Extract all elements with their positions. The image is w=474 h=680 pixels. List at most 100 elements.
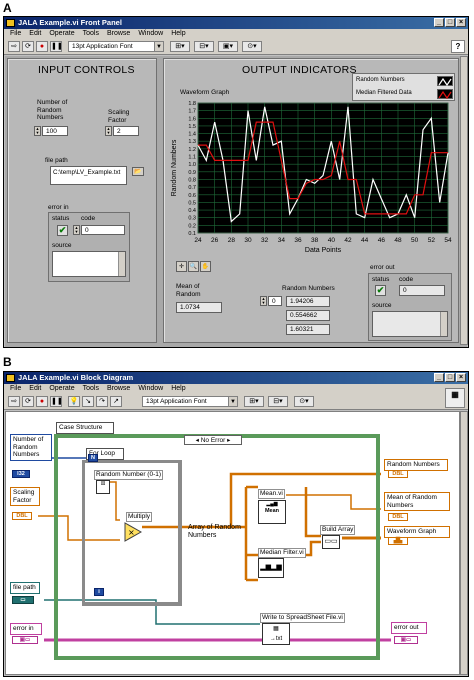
- source-scrollbar[interactable]: [440, 312, 447, 336]
- error-in-code-input[interactable]: 0: [81, 225, 125, 235]
- plot-area: [197, 102, 449, 234]
- output-indicators-section: OUTPUT INDICATORS Random Numbers Median …: [163, 58, 459, 343]
- scaling-factor-spinner[interactable]: ▲ ▼: [105, 126, 112, 136]
- legend-median-swatch[interactable]: [437, 89, 453, 100]
- pause-icon[interactable]: ❚❚: [50, 41, 63, 52]
- menu-file[interactable]: File: [10, 384, 21, 394]
- error-out-status-label: status: [372, 276, 390, 283]
- maximize-icon[interactable]: □: [445, 18, 455, 27]
- reorder-icon[interactable]: ⊙▾: [242, 41, 262, 52]
- loop-iteration-terminal[interactable]: i: [94, 588, 104, 596]
- menu-browse[interactable]: Browse: [107, 384, 130, 394]
- close-icon[interactable]: ×: [456, 18, 466, 27]
- align-icon[interactable]: ⊞▾: [244, 396, 264, 407]
- menu-help[interactable]: Help: [171, 29, 185, 39]
- distribute-icon[interactable]: ⊟▾: [194, 41, 214, 52]
- menu-operate[interactable]: Operate: [49, 384, 74, 394]
- abort-icon[interactable]: ●: [36, 396, 48, 407]
- menu-help[interactable]: Help: [171, 384, 185, 394]
- case-selector[interactable]: ◂ No Error ▸: [184, 435, 242, 445]
- front-panel-body: INPUT CONTROLS Number of Random Numbers …: [5, 56, 468, 347]
- align-icon[interactable]: ⊞▾: [170, 41, 190, 52]
- menu-file[interactable]: File: [10, 29, 21, 39]
- menu-tools[interactable]: Tools: [83, 29, 99, 39]
- num-random-input[interactable]: 100: [42, 126, 68, 136]
- menu-edit[interactable]: Edit: [29, 384, 41, 394]
- run-arrow-icon[interactable]: ⇨: [8, 396, 20, 407]
- help-icon[interactable]: ?: [451, 40, 465, 53]
- error-in-source-input[interactable]: [52, 251, 126, 277]
- y-tick-label: 1.7: [188, 109, 196, 115]
- pan-hand-icon[interactable]: ✋: [200, 261, 211, 272]
- checkmark-icon[interactable]: ✔: [57, 225, 68, 236]
- font-select-label: 13pt Application Font: [72, 43, 133, 50]
- menu-edit[interactable]: Edit: [29, 29, 41, 39]
- browse-folder-icon[interactable]: 📂: [132, 167, 144, 176]
- block-diagram-window: JALA Example.vi Block Diagram _ □ × File…: [3, 371, 469, 677]
- dice-icon[interactable]: ⚄: [96, 480, 110, 494]
- source-scrollbar[interactable]: [118, 252, 125, 276]
- menu-window[interactable]: Window: [138, 384, 163, 394]
- error-code-spinner[interactable]: ▲ ▼: [73, 225, 80, 235]
- close-icon[interactable]: ×: [456, 373, 466, 382]
- font-select[interactable]: 13pt Application Font ▼: [68, 41, 164, 52]
- pause-icon[interactable]: ❚❚: [50, 396, 63, 407]
- minimize-icon[interactable]: _: [434, 373, 444, 382]
- minimize-icon[interactable]: _: [434, 18, 444, 27]
- num-random-spinner[interactable]: ▲ ▼: [34, 126, 41, 136]
- x-tick-label: 52: [428, 237, 436, 244]
- path-terminal-icon[interactable]: ▭: [12, 596, 34, 604]
- block-diagram-canvas: Number of Random Numbers I32 Scaling Fac…: [5, 411, 460, 675]
- legend-random-swatch[interactable]: [437, 76, 453, 87]
- run-arrow-icon[interactable]: ⇨: [8, 41, 20, 52]
- reorder-icon[interactable]: ⊙▾: [294, 396, 314, 407]
- array-index-spinner[interactable]: ▲ ▼: [260, 296, 267, 306]
- menu-operate[interactable]: Operate: [49, 29, 74, 39]
- menu-window[interactable]: Window: [138, 29, 163, 39]
- step-over-icon[interactable]: ↷: [96, 396, 108, 407]
- distribute-icon[interactable]: ⊟▾: [268, 396, 288, 407]
- array-index-input[interactable]: 0: [268, 296, 282, 306]
- error-out-terminal-icon[interactable]: ▣▭: [394, 636, 418, 644]
- scaling-factor-input[interactable]: 2: [113, 126, 139, 136]
- case-prev-icon[interactable]: ◂: [196, 437, 199, 444]
- num-random-label: Number of Random Numbers: [37, 99, 68, 121]
- step-into-icon[interactable]: ↘: [82, 396, 94, 407]
- highlight-execution-icon[interactable]: 💡: [68, 396, 80, 407]
- median-filter-icon[interactable]: ▂▆▂▆: [258, 558, 284, 578]
- mean-vi-node[interactable]: ▂▄▆ Mean: [258, 500, 286, 524]
- case-selector-value: No Error: [200, 437, 226, 444]
- block-diagram-vscroll[interactable]: [460, 411, 468, 675]
- multiply-node[interactable]: ×: [124, 522, 142, 542]
- panel-letter-a: A: [3, 1, 12, 15]
- resize-icon[interactable]: ▣▾: [218, 41, 238, 52]
- out-mean-terminal[interactable]: DBL: [388, 513, 408, 521]
- error-out-cluster: status code ✔ 0 source: [368, 273, 452, 341]
- maximize-icon[interactable]: □: [445, 373, 455, 382]
- out-random-terminal[interactable]: DBL: [388, 470, 408, 478]
- error-cluster-terminal-icon[interactable]: ▣▭: [12, 636, 38, 644]
- run-continuous-icon[interactable]: ⟳: [22, 396, 34, 407]
- font-select[interactable]: 13pt Application Font ▼: [142, 396, 238, 407]
- y-tick-label: 1.2: [188, 147, 196, 153]
- y-tick-label: 1.5: [188, 124, 196, 130]
- build-array-icon[interactable]: ▭▭: [322, 535, 340, 549]
- front-panel-vscroll[interactable]: [460, 56, 468, 345]
- zoom-icon[interactable]: 🔍: [188, 261, 199, 272]
- mean-vi-label: Mean.vi: [258, 489, 285, 499]
- dbl-terminal-icon[interactable]: DBL: [12, 512, 32, 520]
- error-in-status-label: status: [52, 215, 70, 222]
- out-graph-terminal[interactable]: ▟▙: [388, 537, 408, 545]
- mean-label: Mean of Random: [176, 283, 201, 298]
- step-out-icon[interactable]: ↗: [110, 396, 122, 407]
- menu-browse[interactable]: Browse: [107, 29, 130, 39]
- abort-icon[interactable]: ●: [36, 41, 48, 52]
- loop-count-terminal[interactable]: N: [88, 454, 98, 462]
- run-continuous-icon[interactable]: ⟳: [22, 41, 34, 52]
- menu-tools[interactable]: Tools: [83, 384, 99, 394]
- case-next-icon[interactable]: ▸: [227, 437, 230, 444]
- i32-terminal-icon[interactable]: I32: [12, 470, 30, 478]
- cursor-move-icon[interactable]: ✛: [176, 261, 187, 272]
- file-path-input[interactable]: C:\temp\LV_Example.txt: [50, 166, 127, 185]
- write-spreadsheet-icon[interactable]: ▦ →txt: [262, 623, 290, 645]
